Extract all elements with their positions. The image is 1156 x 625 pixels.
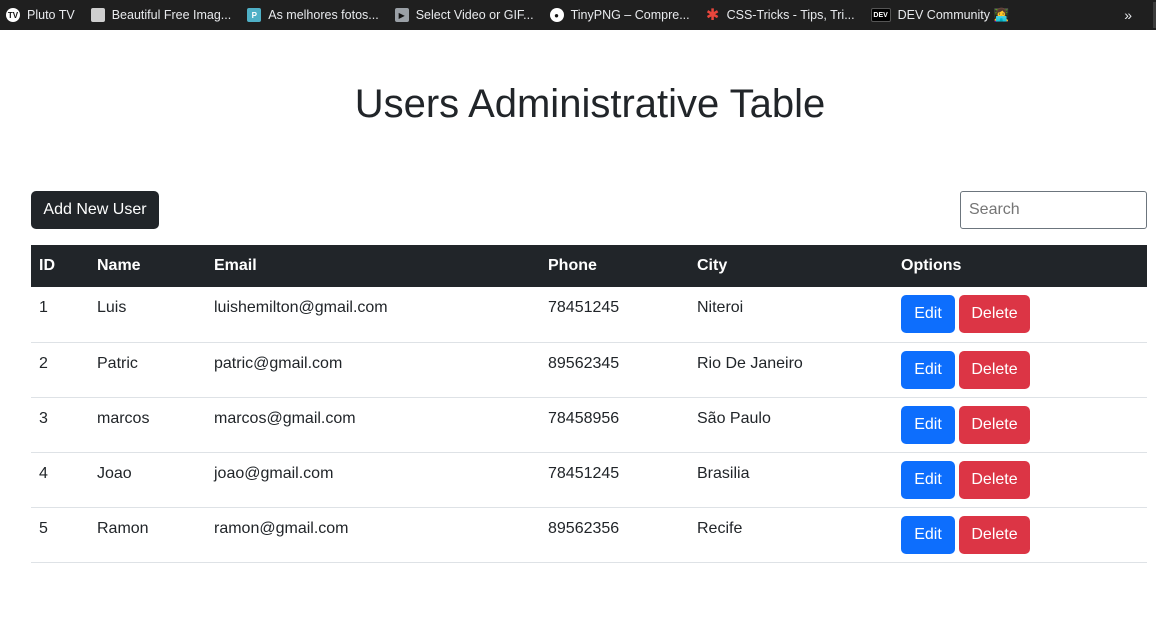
cell-city: São Paulo <box>697 409 771 427</box>
cell-phone: 78451245 <box>548 464 620 482</box>
edit-button[interactable]: Edit <box>901 515 955 554</box>
bookmark-label: TinyPNG – Compre... <box>570 8 690 22</box>
cell-id: 1 <box>39 299 48 316</box>
bookmark-label: CSS-Tricks - Tips, Tri... <box>726 8 855 22</box>
pluto-tv-icon: TV <box>6 8 20 22</box>
delete-button[interactable]: Delete <box>959 295 1030 333</box>
cell-email: joao@gmail.com <box>214 464 334 482</box>
cell-id: 5 <box>39 519 48 537</box>
cell-name: marcos <box>97 409 150 427</box>
cell-email: luishemilton@gmail.com <box>214 299 388 316</box>
cell-name: Patric <box>97 354 138 372</box>
bookmark-label: As melhores fotos... <box>268 8 379 22</box>
bookmark-select-video[interactable]: ▶ Select Video or GIF... <box>394 0 534 30</box>
table-header-row: ID Name Email Phone City Options <box>31 245 1147 287</box>
asterisk-icon: ✱ <box>705 7 720 24</box>
cell-options: Edit Delete <box>893 397 1147 452</box>
table-header: ID Name Email Phone City Options <box>31 245 1147 287</box>
delete-button[interactable]: Delete <box>959 350 1030 389</box>
cell-options: Edit Delete <box>893 507 1147 562</box>
cell-phone: 78451245 <box>548 299 620 316</box>
bookmark-css-tricks[interactable]: ✱ CSS-Tricks - Tips, Tri... <box>706 0 855 30</box>
table-row: 3 marcos marcos@gmail.com 78458956 São P… <box>31 397 1147 452</box>
cell-email: patric@gmail.com <box>214 354 343 372</box>
dev-icon: DEV <box>870 8 891 22</box>
search-input[interactable] <box>960 191 1147 229</box>
table-row: 4 Joao joao@gmail.com 78451245 Brasilia … <box>31 452 1147 507</box>
cell-email: ramon@gmail.com <box>214 519 349 537</box>
cell-options: Edit Delete <box>893 342 1147 397</box>
cell-city: Niteroi <box>697 299 744 316</box>
column-header-options: Options <box>901 257 962 274</box>
cell-email: marcos@gmail.com <box>214 409 356 427</box>
bookmark-unsplash[interactable]: Beautiful Free Imag... <box>90 0 232 30</box>
delete-button[interactable]: Delete <box>959 515 1030 554</box>
cell-name: Joao <box>97 464 132 482</box>
bookmark-pluto-tv[interactable]: TV Pluto TV <box>6 0 75 30</box>
bookmark-label: Beautiful Free Imag... <box>111 8 232 22</box>
column-header-id: ID <box>39 257 55 274</box>
bookmark-tinypng[interactable]: ● TinyPNG – Compre... <box>549 0 690 30</box>
users-table: ID Name Email Phone City Options 1 Luis … <box>31 245 1147 563</box>
panda-icon: ● <box>549 8 564 22</box>
column-header-phone: Phone <box>548 257 597 274</box>
column-header-name: Name <box>97 257 141 274</box>
cell-name: Ramon <box>97 519 149 537</box>
cell-city: Rio De Janeiro <box>697 354 803 372</box>
edit-button[interactable]: Edit <box>901 405 955 444</box>
video-icon: ▶ <box>394 8 409 22</box>
bookmark-label: Pluto TV <box>27 8 75 22</box>
cell-id: 2 <box>39 354 48 372</box>
cell-options: Edit Delete <box>893 452 1147 507</box>
column-header-city: City <box>697 257 728 274</box>
table-row: 2 Patric patric@gmail.com 89562345 Rio D… <box>31 342 1147 397</box>
bookmark-label: Select Video or GIF... <box>415 8 534 22</box>
cell-city: Brasilia <box>697 464 750 482</box>
table-row: 5 Ramon ramon@gmail.com 89562356 Recife … <box>31 507 1147 562</box>
edit-button[interactable]: Edit <box>901 460 955 499</box>
edit-button[interactable]: Edit <box>901 295 955 333</box>
unsplash-icon <box>90 8 105 22</box>
pexels-icon: P <box>247 8 262 22</box>
cell-phone: 89562345 <box>548 354 620 372</box>
delete-button[interactable]: Delete <box>959 405 1030 444</box>
cell-name: Luis <box>97 299 127 316</box>
bookmarks-more-button[interactable]: » <box>1124 0 1132 30</box>
bookmark-pexels[interactable]: P As melhores fotos... <box>247 0 379 30</box>
edit-button[interactable]: Edit <box>901 350 955 389</box>
table-body: 1 Luis luishemilton@gmail.com 78451245 N… <box>31 287 1147 562</box>
bookmark-dev-community[interactable]: DEV DEV Community 👩‍💻 <box>870 0 1010 30</box>
cell-id: 3 <box>39 409 48 427</box>
cell-phone: 89562356 <box>548 519 620 537</box>
table-row: 1 Luis luishemilton@gmail.com 78451245 N… <box>31 287 1147 342</box>
delete-button[interactable]: Delete <box>959 460 1030 499</box>
bookmarks-bar: TV Pluto TV Beautiful Free Imag... P As … <box>0 0 1156 30</box>
add-new-user-button[interactable]: Add New User <box>31 191 159 229</box>
cell-options: Edit Delete <box>893 287 1147 342</box>
column-header-email: Email <box>214 257 257 274</box>
bookmark-label: DEV Community 👩‍💻 <box>897 7 1010 22</box>
chevron-double-right-icon: » <box>1124 7 1132 23</box>
cell-id: 4 <box>39 464 48 482</box>
cell-phone: 78458956 <box>548 409 620 427</box>
cell-city: Recife <box>697 519 743 537</box>
page-title: Users Administrative Table <box>354 82 826 126</box>
